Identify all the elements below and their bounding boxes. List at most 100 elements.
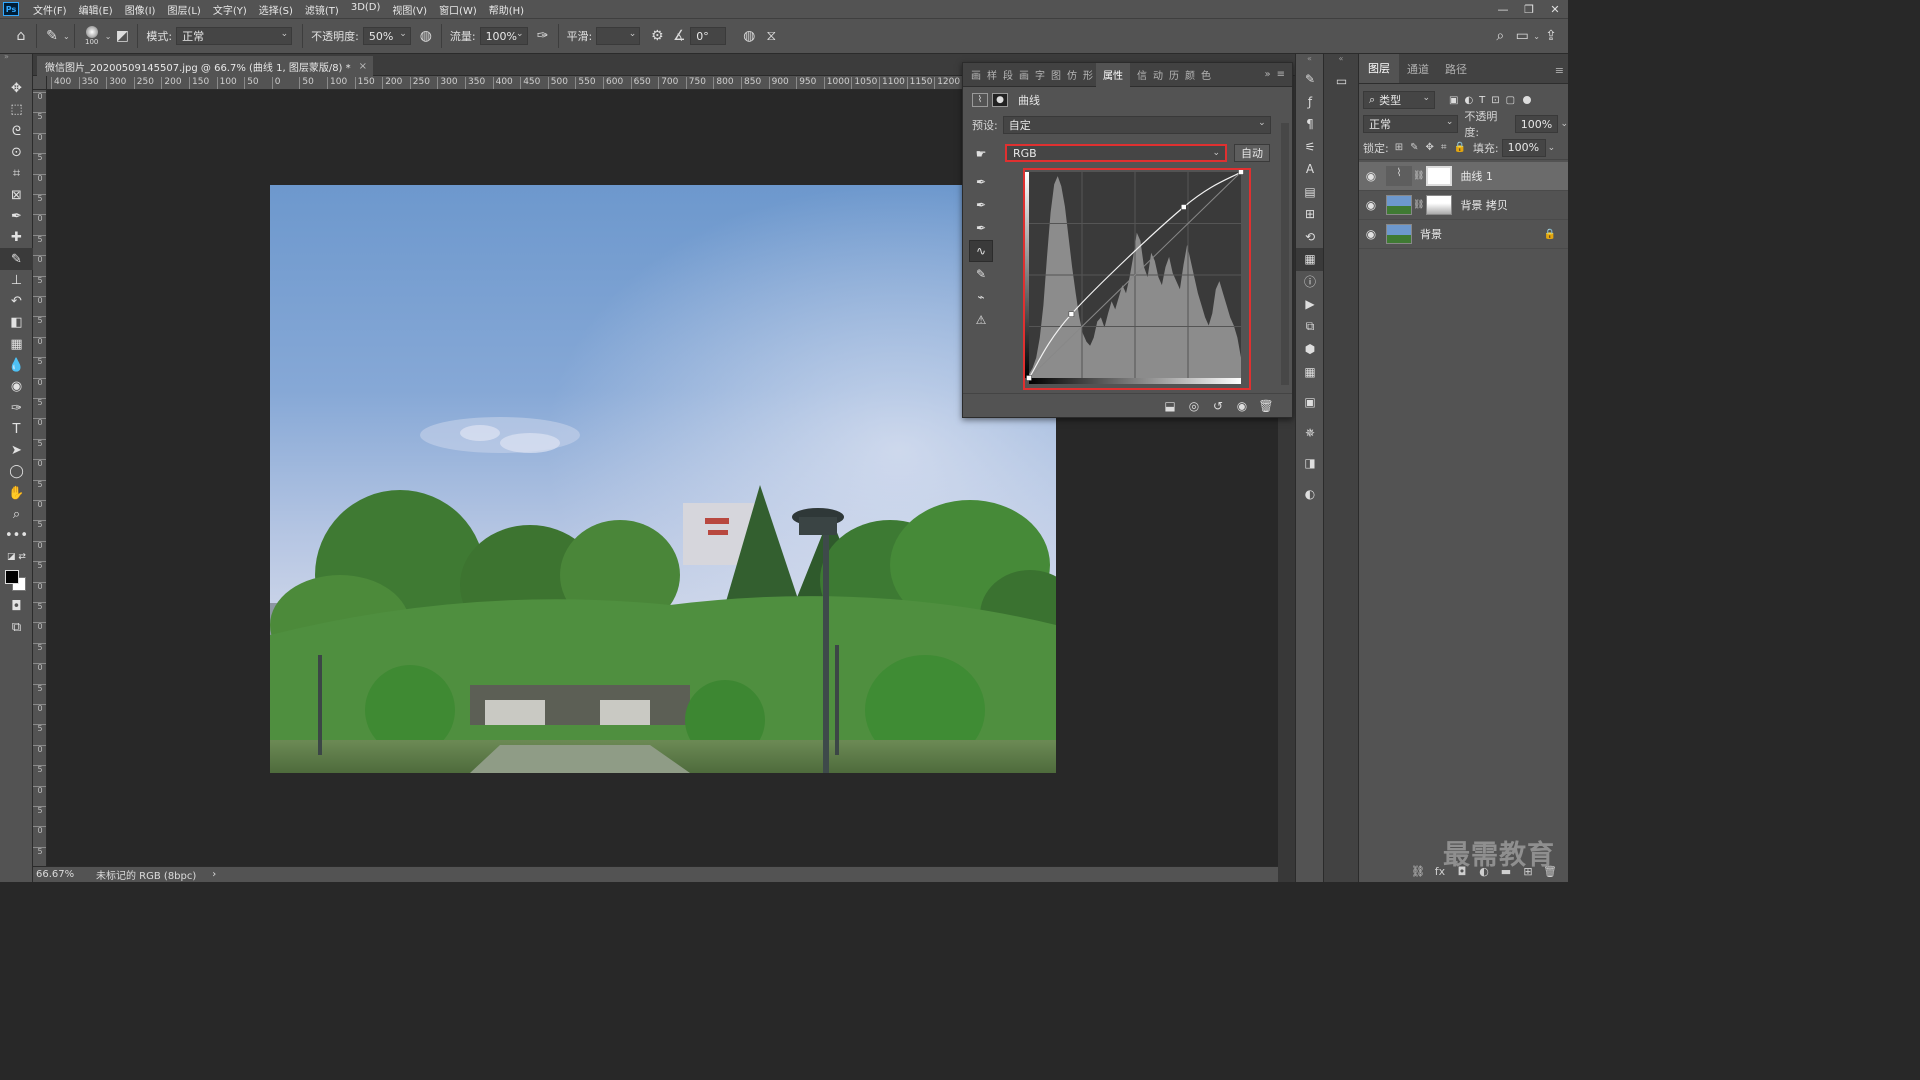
- menu-item[interactable]: 帮助(H): [483, 2, 530, 17]
- brush-settings-icon[interactable]: ◩: [111, 25, 133, 47]
- gray-point-eyedropper-icon[interactable]: ✒: [969, 194, 993, 216]
- document-image[interactable]: [270, 185, 1056, 773]
- chevron-down-icon[interactable]: ⌄: [1533, 32, 1540, 41]
- edit-points-icon[interactable]: ∿: [969, 240, 993, 262]
- blur-tool-icon[interactable]: 💧: [0, 355, 33, 376]
- type-tool-icon[interactable]: T: [0, 419, 33, 440]
- brush-tool-icon[interactable]: ✎: [0, 248, 33, 270]
- clip-to-layer-icon[interactable]: ⬓: [1158, 399, 1182, 413]
- zoom-level[interactable]: 66.67%: [36, 869, 91, 880]
- channels-icon[interactable]: ⧉: [1296, 316, 1324, 339]
- adjustments-icon[interactable]: ⚟: [1296, 136, 1324, 159]
- filter-type-select[interactable]: ⌕ 类型 ⌄: [1363, 91, 1435, 109]
- smoothing-input[interactable]: ⌄: [596, 27, 641, 45]
- panel-tab[interactable]: 形: [1080, 67, 1096, 82]
- layer-mask-thumbnail[interactable]: [1426, 195, 1453, 215]
- preset-select[interactable]: 自定 ⌄: [1002, 116, 1271, 134]
- history-brush-tool-icon[interactable]: ↶: [0, 291, 33, 312]
- brush-settings-icon[interactable]: ✎: [1296, 68, 1324, 91]
- visibility-eye-icon[interactable]: ◉: [1359, 198, 1383, 212]
- collapse-panel-icon[interactable]: »: [1261, 69, 1273, 80]
- layer-row[interactable]: ◉ ⛓ 背景 拷贝: [1359, 191, 1568, 220]
- clipping-warning-icon[interactable]: ⚠: [969, 309, 993, 331]
- ellipse-tool-icon[interactable]: ◯: [0, 461, 33, 482]
- move-tool-icon[interactable]: ✥: [0, 78, 33, 99]
- chevron-down-icon[interactable]: ⌄: [63, 32, 70, 41]
- draw-curve-pencil-icon[interactable]: ✎: [969, 263, 993, 285]
- panel-tab[interactable]: 仿: [1064, 67, 1080, 82]
- panel-menu-icon[interactable]: ≡: [1274, 69, 1288, 80]
- menu-item[interactable]: 滤镜(T): [299, 2, 345, 17]
- quick-mask-icon[interactable]: ◘: [0, 596, 33, 617]
- notes-icon[interactable]: ▣: [1296, 391, 1324, 414]
- gradient-tool-icon[interactable]: ▦: [0, 334, 33, 355]
- 3d-icon[interactable]: ⬢: [1296, 338, 1324, 361]
- collapse-icon[interactable]: «: [1296, 54, 1323, 68]
- curve-editor[interactable]: [1023, 168, 1251, 390]
- flow-input[interactable]: 100% ⌄: [479, 27, 528, 45]
- menu-item[interactable]: 视图(V): [386, 2, 433, 17]
- share-icon[interactable]: ⇪: [1540, 25, 1562, 47]
- dodge-tool-icon[interactable]: ◉: [0, 376, 33, 397]
- healing-brush-tool-icon[interactable]: ✚: [0, 227, 33, 248]
- brush-tool-preset-icon[interactable]: ✎: [41, 25, 63, 47]
- foreground-color-swatch[interactable]: [5, 569, 19, 584]
- panel-tab[interactable]: 动: [1150, 67, 1166, 82]
- table-icon[interactable]: ▦: [1296, 361, 1324, 384]
- link-icon[interactable]: ⛓: [1413, 200, 1424, 210]
- smooth-curve-icon[interactable]: ⌁: [969, 286, 993, 308]
- targeted-adjustment-icon[interactable]: ☛: [969, 143, 993, 165]
- minimize-button[interactable]: —: [1490, 0, 1516, 18]
- curves-adjustment-icon[interactable]: ⌇: [972, 93, 988, 107]
- panel-tab[interactable]: 画: [1016, 67, 1032, 82]
- swatches-icon[interactable]: ⊞: [1296, 203, 1324, 226]
- curve-control-point[interactable]: [1238, 169, 1244, 175]
- menu-item[interactable]: 文字(Y): [207, 2, 253, 17]
- properties-scrollbar[interactable]: [1281, 123, 1289, 385]
- auto-button[interactable]: 自动: [1234, 144, 1270, 162]
- tab-layers[interactable]: 图层: [1359, 54, 1399, 83]
- timeline-play-icon[interactable]: ▶: [1296, 293, 1324, 316]
- menu-item[interactable]: 图层(L): [161, 2, 206, 17]
- status-menu-arrow[interactable]: ›: [212, 869, 216, 880]
- gear-icon[interactable]: ⚙: [646, 25, 668, 47]
- panel-tab[interactable]: 样: [984, 67, 1000, 82]
- layer-row[interactable]: ◉ ⌇ ⛓ 曲线 1: [1359, 162, 1568, 191]
- curve-control-point[interactable]: [1026, 375, 1032, 381]
- brush-size-picker[interactable]: 100: [79, 26, 105, 46]
- document-tab[interactable]: 微信图片_20200509145507.jpg @ 66.7% (曲线 1, 图…: [37, 56, 374, 76]
- menu-item[interactable]: 窗口(W): [433, 2, 483, 17]
- crop-tool-icon[interactable]: ⌗: [0, 163, 33, 184]
- search-icon[interactable]: ⌕: [1489, 25, 1511, 47]
- panel-tab[interactable]: 历: [1166, 67, 1182, 82]
- marquee-tool-icon[interactable]: ⬚: [0, 99, 33, 120]
- visibility-eye-icon[interactable]: ◉: [1359, 169, 1383, 183]
- layer-opacity-input[interactable]: 100%: [1514, 115, 1559, 133]
- history-icon[interactable]: ⟲: [1296, 226, 1324, 249]
- panel-tab[interactable]: 信: [1134, 67, 1150, 82]
- layer-name[interactable]: 背景 拷贝: [1460, 197, 1508, 213]
- black-point-eyedropper-icon[interactable]: ✒: [969, 171, 993, 193]
- blend-mode-select[interactable]: 正常 ⌄: [1363, 115, 1459, 133]
- properties-icon[interactable]: ▦: [1296, 248, 1324, 271]
- reset-icon[interactable]: ↺: [1206, 399, 1230, 413]
- workspace-icon[interactable]: ▭: [1511, 25, 1533, 47]
- airbrush-icon[interactable]: ✑: [532, 25, 554, 47]
- filter-icons[interactable]: ▣◐T⊡▢: [1449, 95, 1521, 106]
- panel-tab[interactable]: 画: [968, 67, 984, 82]
- white-point-eyedropper-icon[interactable]: ✒: [969, 217, 993, 239]
- menu-item[interactable]: 图像(I): [119, 2, 162, 17]
- chevron-down-icon[interactable]: ⌄: [105, 32, 112, 41]
- zoom-tool-icon[interactable]: ⌕: [0, 504, 33, 525]
- info-icon[interactable]: ⓘ: [1296, 271, 1324, 294]
- libraries-icon[interactable]: ▤: [1296, 181, 1324, 204]
- curve-control-point[interactable]: [1068, 311, 1075, 317]
- lock-icon[interactable]: 🔒: [1544, 229, 1556, 240]
- close-button[interactable]: ✕: [1542, 0, 1568, 18]
- lock-icons[interactable]: ⊞✎✥⌗🔒: [1395, 142, 1473, 153]
- visibility-eye-icon[interactable]: ◉: [1230, 399, 1254, 413]
- clone-stamp-tool-icon[interactable]: ⊥: [0, 270, 33, 291]
- menu-item[interactable]: 3D(D): [345, 2, 387, 17]
- filter-toggle-icon[interactable]: [1523, 96, 1532, 104]
- frame-tool-icon[interactable]: ⊠: [0, 184, 33, 205]
